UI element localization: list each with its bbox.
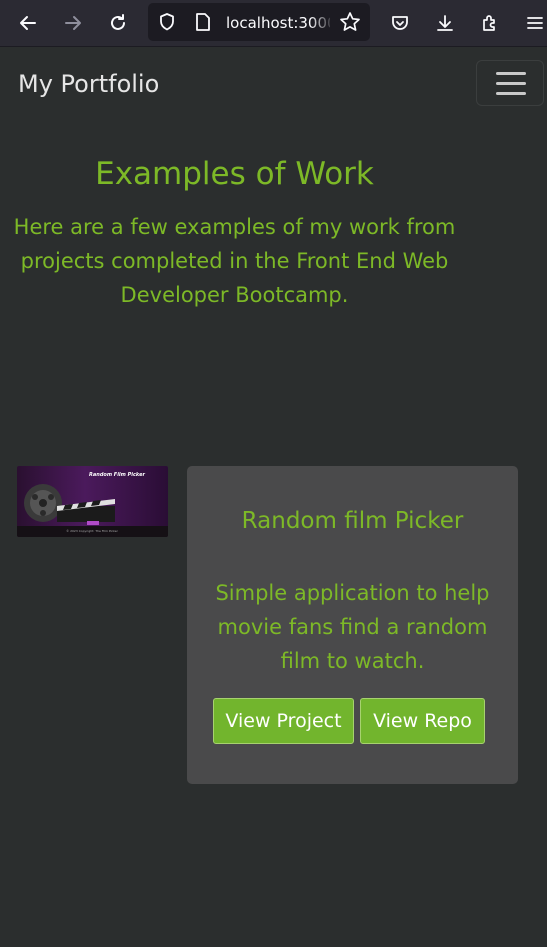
menu-icon[interactable] <box>520 8 547 38</box>
thumbnail-caption: © 2023 Copyright: The Film Picker <box>66 529 118 533</box>
view-project-button[interactable]: View Project <box>213 698 354 744</box>
navbar-brand[interactable]: My Portfolio <box>18 70 159 98</box>
hamburger-icon <box>496 72 526 75</box>
project-description: Simple application to help movie fans fi… <box>215 581 490 673</box>
project-thumbnail: Random Film Picker © 2023 Copyright: The… <box>17 466 168 537</box>
shield-icon[interactable] <box>152 7 182 37</box>
star-icon[interactable] <box>335 7 365 37</box>
back-icon[interactable] <box>13 8 43 38</box>
url-bar[interactable]: localhost:3000 <box>148 3 370 41</box>
extensions-icon[interactable] <box>475 8 505 38</box>
pocket-icon[interactable] <box>385 8 415 38</box>
browser-toolbar: localhost:3000 <box>0 0 547 47</box>
page-icon[interactable] <box>188 7 218 37</box>
reload-icon[interactable] <box>103 8 133 38</box>
download-icon[interactable] <box>430 8 460 38</box>
forward-icon[interactable] <box>58 8 88 38</box>
thumbnail-title: Random Film Picker <box>89 472 145 478</box>
project-card: Random film Picker Simple application to… <box>187 466 518 784</box>
section-heading: Examples of Work <box>95 156 374 192</box>
view-repo-button[interactable]: View Repo <box>360 698 485 744</box>
section-intro: Here are a few examples of my work from … <box>13 215 456 307</box>
url-fade <box>310 9 334 35</box>
project-title: Random film Picker <box>241 508 464 534</box>
navbar-toggle-button[interactable] <box>476 60 544 106</box>
